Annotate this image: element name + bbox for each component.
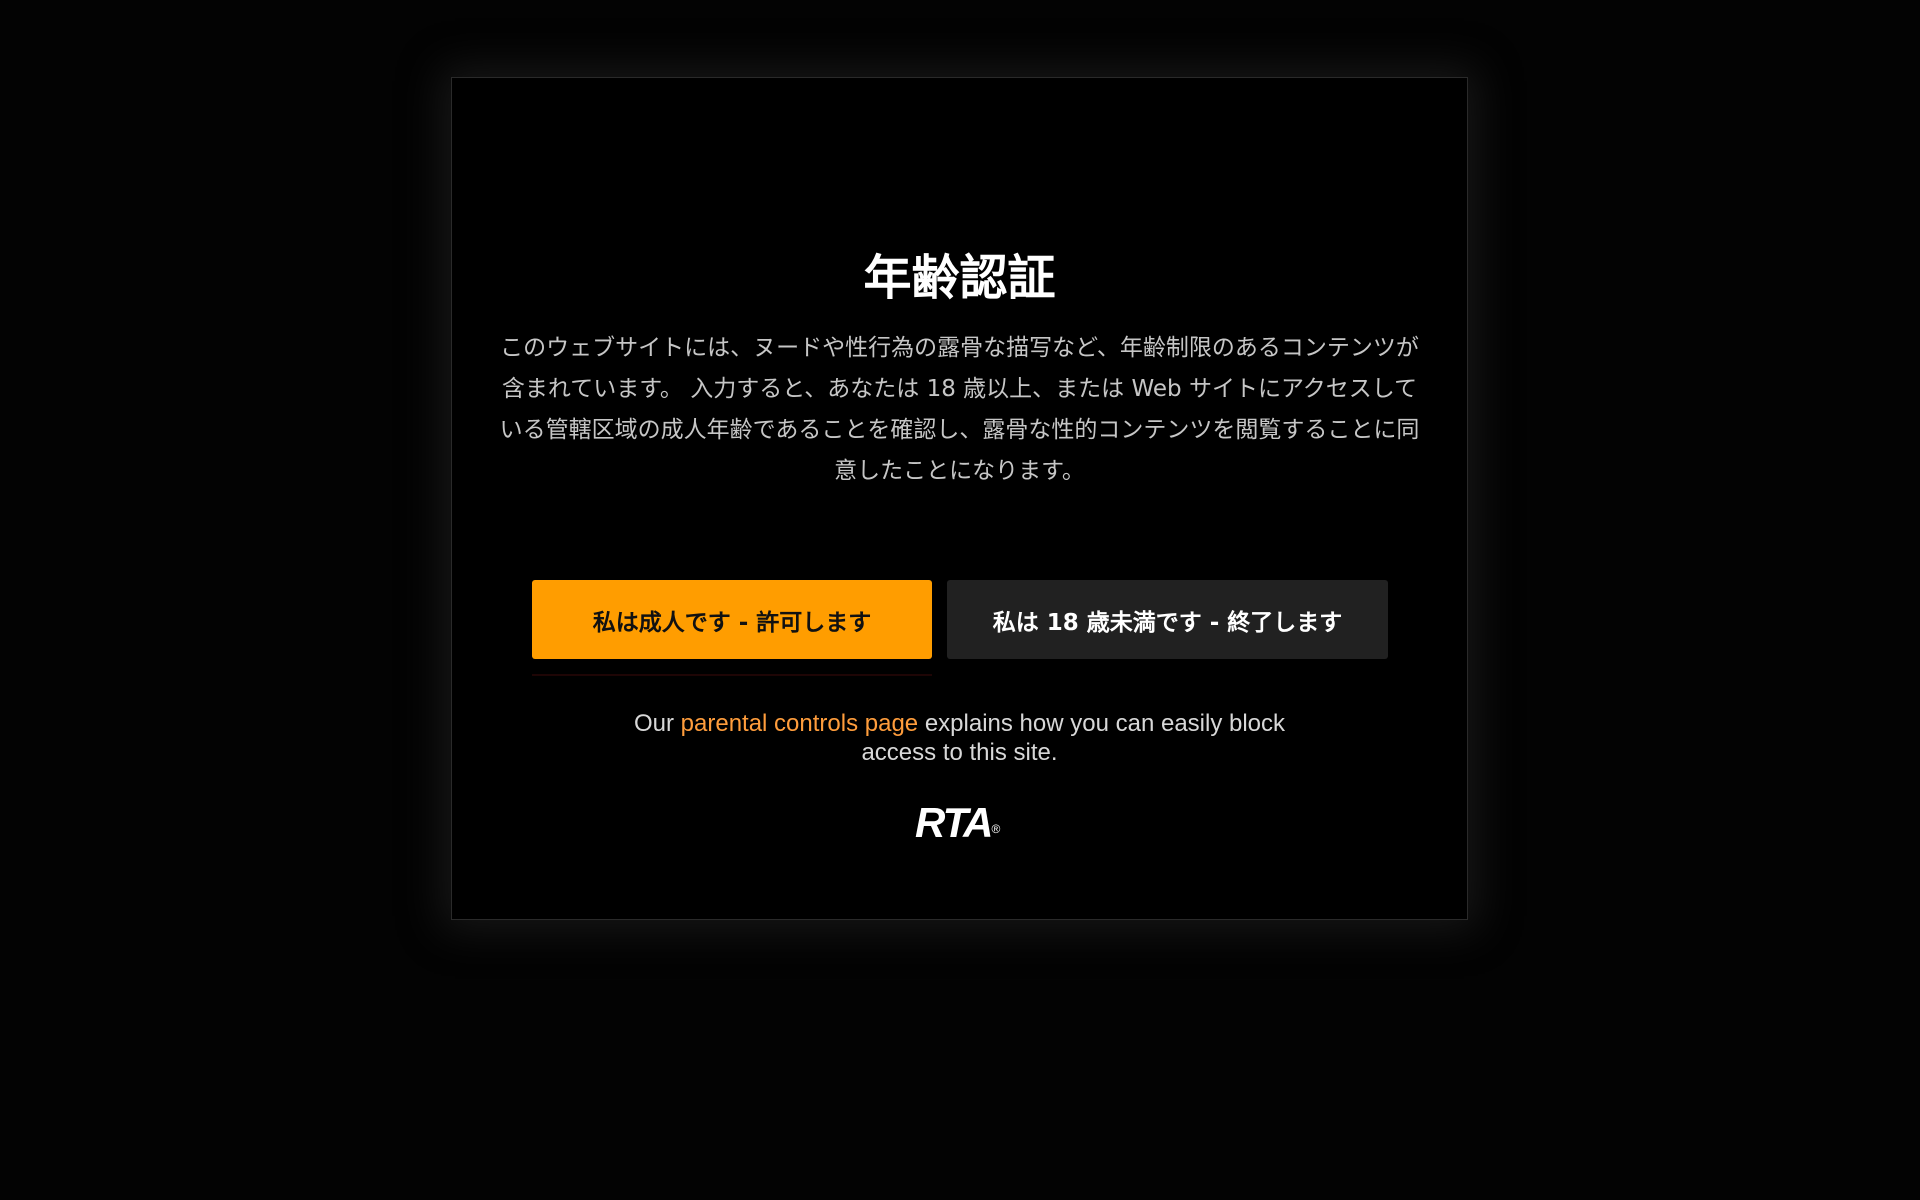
enter-button-underline xyxy=(532,674,932,676)
parental-suffix: explains how you can easily block access… xyxy=(861,710,1286,766)
registered-mark: ® xyxy=(991,822,1001,836)
parental-controls-link[interactable]: parental controls page xyxy=(681,710,919,737)
exit-underage-button[interactable]: 私は 18 歳未満です - 終了します xyxy=(947,580,1388,659)
enter-adult-button[interactable]: 私は成人です - 許可します xyxy=(532,580,932,659)
age-verification-modal: 年齢認証 このウェブサイトには、ヌードや性行為の露骨な描写など、年齢制限のあるコ… xyxy=(451,77,1468,920)
rta-logo: RTA® xyxy=(915,799,1025,847)
age-warning-text: このウェブサイトには、ヌードや性行為の露骨な描写など、年齢制限のあるコンテンツが… xyxy=(499,335,1420,484)
rta-logo-text: RTA xyxy=(915,799,993,846)
modal-title: 年齢認証 xyxy=(863,250,1056,306)
parental-prefix: Our xyxy=(633,710,681,737)
parental-controls-note: Our parental controls page explains how … xyxy=(632,709,1287,767)
